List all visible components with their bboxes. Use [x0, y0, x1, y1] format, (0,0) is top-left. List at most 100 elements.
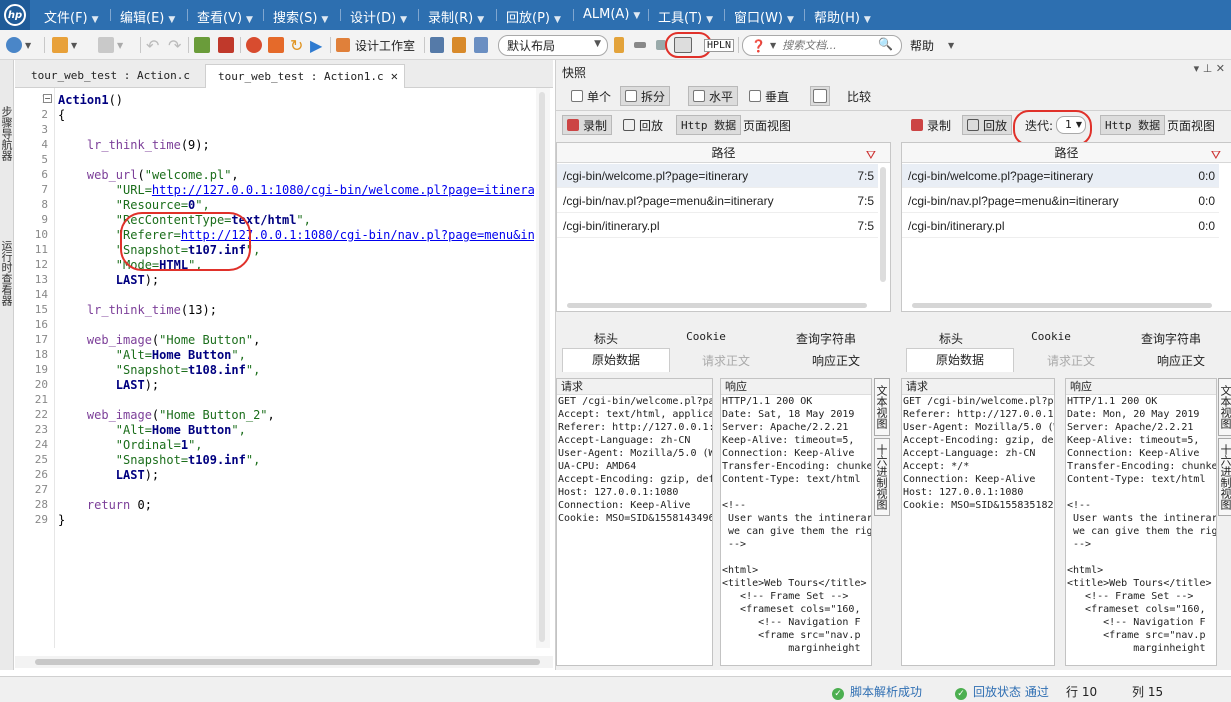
left-tab-query[interactable]: 查询字符串	[786, 330, 866, 347]
table-row[interactable]: /cgi-bin/welcome.pl?page=itinerary 7:5	[557, 164, 878, 188]
table-row[interactable]: /cgi-bin/nav.pl?page=menu&in=itinerary 7:…	[557, 189, 878, 213]
filter-icon[interactable]: ⛛	[866, 145, 876, 165]
add-icon[interactable]: ▼	[52, 36, 77, 54]
tab-action1[interactable]: tour_web_test : Action1.c ✕	[205, 64, 405, 88]
menu-item-8[interactable]: 工具(T) ▼	[658, 7, 713, 26]
record-icon[interactable]	[246, 36, 262, 54]
table-row[interactable]: /cgi-bin/welcome.pl?page=itinerary 0:0	[902, 164, 1219, 188]
replay-status[interactable]: ✓ 回放状态 通过	[955, 683, 1049, 700]
compare-icon[interactable]	[810, 86, 830, 106]
editor-vertical-scrollbar[interactable]	[536, 88, 550, 648]
vertical-button[interactable]: 垂直	[744, 86, 794, 106]
code-editor[interactable]: Action1(){ lr_think_time(9); web_url("we…	[58, 88, 534, 648]
code-line[interactable]: "Resource=0",	[58, 198, 210, 213]
left-hex-view-tab[interactable]: 十六进制视图	[874, 438, 890, 516]
compile-icon[interactable]	[194, 36, 210, 54]
redo-icon[interactable]: ↷	[168, 36, 181, 55]
left-response-text[interactable]: HTTP/1.1 200 OK Date: Sat, 18 May 2019 S…	[721, 395, 871, 655]
code-line[interactable]: return 0;	[58, 498, 152, 513]
run-icon[interactable]: ▶	[310, 36, 322, 55]
left-page-view-button[interactable]: 页面视图	[738, 115, 796, 135]
right-http-data-button[interactable]: Http 数据	[1100, 115, 1166, 135]
code-line[interactable]: web_image("Home Button",	[58, 333, 260, 348]
tab-action[interactable]: tour_web_test : Action.c	[19, 64, 198, 88]
menu-item-0[interactable]: 文件(F) ▼	[44, 7, 99, 26]
menu-item-2[interactable]: 查看(V) ▼	[197, 7, 253, 26]
pin-icon[interactable]	[614, 36, 624, 54]
right-response-text[interactable]: HTTP/1.1 200 OK Date: Mon, 20 May 2019 S…	[1066, 395, 1216, 655]
help-menu-button[interactable]: 帮助 ▼	[910, 36, 954, 54]
code-line[interactable]: LAST);	[58, 468, 159, 483]
left-record-button[interactable]: 录制	[562, 115, 613, 135]
left-request-text[interactable]: GET /cgi-bin/welcome.pl?page=itinerary A…	[557, 395, 712, 525]
left-tab-resp-body[interactable]: 响应正文	[796, 352, 876, 369]
close-tab-icon[interactable]: ✕	[391, 69, 398, 83]
code-line[interactable]: web_url("welcome.pl",	[58, 168, 239, 183]
code-line[interactable]: {	[58, 108, 65, 123]
left-text-view-tab[interactable]: 文本视图	[874, 378, 890, 436]
brush-icon[interactable]	[634, 36, 646, 54]
right-tab-resp-body[interactable]: 响应正文	[1141, 352, 1221, 369]
stop-icon[interactable]	[218, 36, 234, 54]
horizontal-button[interactable]: 水平	[688, 86, 739, 106]
layout-select[interactable]: 默认布局 ▼	[498, 35, 608, 56]
right-tab-raw[interactable]: 原始数据	[906, 348, 1014, 372]
code-line[interactable]: LAST);	[58, 378, 159, 393]
code-line[interactable]: "Ordinal=1",	[58, 438, 203, 453]
menu-item-7[interactable]: ALM(A) ▼	[583, 7, 640, 22]
code-line[interactable]: }	[58, 513, 65, 528]
stop-record-icon[interactable]	[268, 36, 284, 54]
runtime-viewer-tab[interactable]: 运行时查看器	[0, 208, 14, 338]
left-tab-headers[interactable]: 标头	[576, 330, 636, 347]
code-line[interactable]: "Snapshot=t108.inf",	[58, 363, 261, 378]
menu-item-10[interactable]: 帮助(H) ▼	[814, 7, 871, 26]
step-navigator-tab[interactable]: 步骤导航器	[0, 68, 14, 198]
params-icon[interactable]	[452, 36, 466, 54]
left-tab-raw[interactable]: 原始数据	[562, 348, 670, 372]
left-tab-cookie[interactable]: Cookie	[676, 330, 736, 343]
right-record-button[interactable]: 录制	[906, 115, 956, 135]
save-icon[interactable]: ▼	[98, 36, 123, 54]
steps-icon[interactable]	[430, 36, 444, 54]
single-button[interactable]: 单个	[566, 86, 616, 106]
search-icon[interactable]: 🔍	[878, 37, 893, 51]
search-box[interactable]: ❓▼ 🔍	[742, 35, 902, 56]
fold-toggle-icon[interactable]: −	[43, 94, 52, 103]
menu-item-4[interactable]: 设计(D) ▼	[350, 7, 407, 26]
code-line[interactable]: lr_think_time(13);	[58, 303, 217, 318]
menu-item-1[interactable]: 编辑(E) ▼	[120, 7, 175, 26]
code-line[interactable]: Action1()	[58, 93, 123, 108]
hpln-button[interactable]: HPLN	[704, 36, 735, 54]
menu-item-6[interactable]: 回放(P) ▼	[506, 7, 561, 26]
search-input[interactable]	[782, 39, 863, 52]
code-line[interactable]: "URL=http://127.0.0.1:1080/cgi-bin/welco…	[58, 183, 534, 198]
new-script-icon[interactable]: ▼	[6, 36, 31, 54]
table-row[interactable]: /cgi-bin/itinerary.pl 0:0	[902, 214, 1219, 238]
replay-step-icon[interactable]: ↻	[290, 36, 303, 55]
menu-item-9[interactable]: 窗口(W) ▼	[734, 7, 794, 26]
panel-controls-icon[interactable]: ▾ ⊥ ✕	[1194, 62, 1225, 75]
undo-icon[interactable]: ↶	[146, 36, 159, 55]
right-replay-button[interactable]: 回放	[962, 115, 1013, 135]
transaction-icon[interactable]	[474, 36, 488, 54]
editor-horizontal-scrollbar[interactable]	[15, 656, 553, 668]
menu-item-3[interactable]: 搜索(S) ▼	[273, 7, 328, 26]
right-page-view-button[interactable]: 页面视图	[1162, 115, 1220, 135]
menu-item-5[interactable]: 录制(R) ▼	[428, 7, 484, 26]
code-line[interactable]: "Alt=Home Button",	[58, 348, 246, 363]
left-replay-button[interactable]: 回放	[618, 115, 668, 135]
right-tab-cookie[interactable]: Cookie	[1021, 330, 1081, 343]
code-line[interactable]: "Alt=Home Button",	[58, 423, 246, 438]
right-tab-query[interactable]: 查询字符串	[1131, 330, 1211, 347]
left-http-data-button[interactable]: Http 数据	[676, 115, 742, 135]
right-tab-headers[interactable]: 标头	[921, 330, 981, 347]
right-filter-icon[interactable]: ⛛	[1211, 145, 1221, 165]
split-button[interactable]: 拆分	[620, 86, 671, 106]
code-line[interactable]: LAST);	[58, 273, 159, 288]
code-line[interactable]: lr_think_time(9);	[58, 138, 210, 153]
table-row[interactable]: /cgi-bin/itinerary.pl 7:5	[557, 214, 878, 238]
right-hex-view-tab[interactable]: 十六进制视图	[1218, 438, 1231, 516]
design-studio-button[interactable]: 设计工作室	[336, 36, 415, 54]
table-row[interactable]: /cgi-bin/nav.pl?page=menu&in=itinerary 0:…	[902, 189, 1219, 213]
right-text-view-tab[interactable]: 文本视图	[1218, 378, 1231, 436]
